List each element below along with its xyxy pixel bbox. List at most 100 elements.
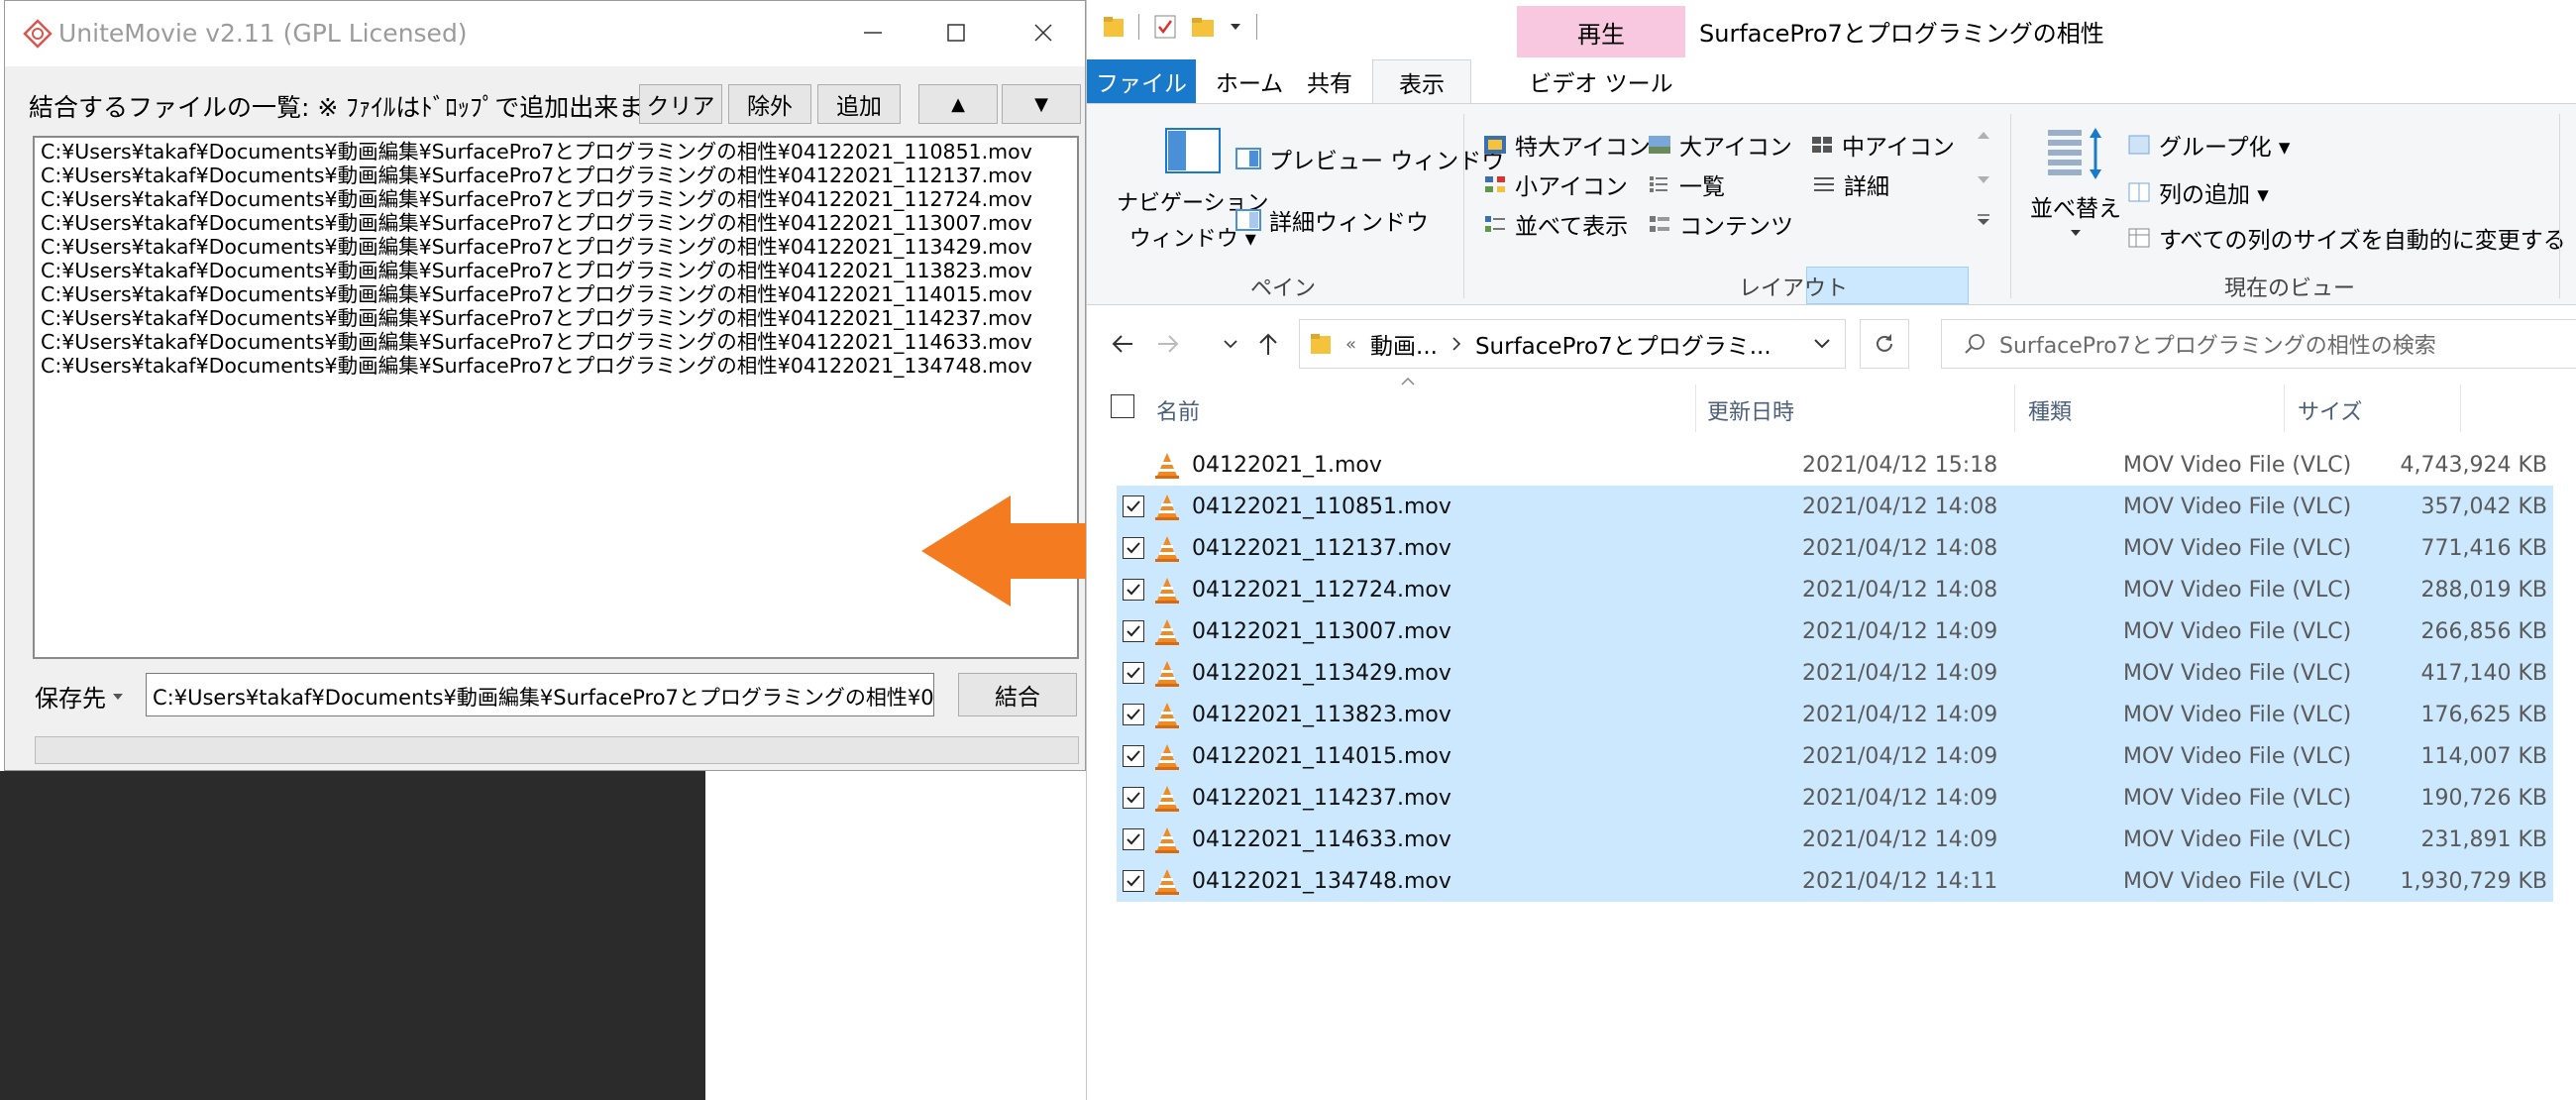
table-row[interactable]: 04122021_114633.mov 2021/04/12 14:09 MOV V…: [1117, 819, 2553, 860]
column-divider[interactable]: [1695, 385, 1696, 432]
details-pane-button[interactable]: 詳細ウィンドウ: [1235, 203, 1429, 237]
file-name[interactable]: 04122021_113007.mov: [1192, 619, 1451, 644]
file-name[interactable]: 04122021_114015.mov: [1192, 744, 1451, 769]
file-name[interactable]: 04122021_134748.mov: [1192, 869, 1451, 894]
customize-toolbar-icon[interactable]: [1229, 20, 1242, 34]
column-type[interactable]: 種類: [2028, 394, 2072, 426]
table-row[interactable]: 04122021_134748.mov 2021/04/12 14:11 MOV V…: [1117, 860, 2553, 902]
group-by-icon: [2128, 135, 2150, 155]
size-all-columns-button[interactable]: すべての列のサイズを自動的に変更する: [2127, 221, 2566, 255]
table-row[interactable]: 04122021_114015.mov 2021/04/12 14:09 MOV V…: [1117, 735, 2553, 777]
list-item[interactable]: C:¥Users¥takaf¥Documents¥動画編集¥SurfacePro…: [41, 164, 1071, 187]
column-divider[interactable]: [2460, 385, 2461, 432]
table-row[interactable]: 04122021_114237.mov 2021/04/12 14:09 MOV V…: [1117, 777, 2553, 819]
add-button[interactable]: 追加: [817, 84, 901, 124]
move-down-button[interactable]: ▼: [1002, 84, 1081, 124]
table-row[interactable]: 04122021_112724.mov 2021/04/12 14:08 MOV V…: [1117, 569, 2553, 610]
tab-file[interactable]: ファイル: [1087, 59, 1196, 103]
refresh-button[interactable]: [1860, 319, 1909, 369]
list-item[interactable]: C:¥Users¥takaf¥Documents¥動画編集¥SurfacePro…: [41, 282, 1071, 306]
column-date[interactable]: 更新日時: [1707, 394, 1794, 426]
tab-home[interactable]: ホーム: [1208, 59, 1291, 103]
breadcrumb-item[interactable]: SurfacePro7とプログラミ...: [1475, 327, 1771, 361]
select-all-checkbox[interactable]: [1111, 394, 1134, 418]
large-icons-button[interactable]: 大アイコン: [1648, 128, 1792, 162]
file-name[interactable]: 04122021_114633.mov: [1192, 827, 1451, 852]
tab-view[interactable]: 表示: [1372, 59, 1471, 103]
list-item[interactable]: C:¥Users¥takaf¥Documents¥動画編集¥SurfacePro…: [41, 187, 1071, 211]
context-tab-play[interactable]: 再生: [1517, 6, 1685, 57]
list-item[interactable]: C:¥Users¥takaf¥Documents¥動画編集¥SurfacePro…: [41, 330, 1071, 354]
column-divider[interactable]: [2014, 385, 2015, 432]
folder-icon[interactable]: [1103, 15, 1125, 39]
list-item[interactable]: C:¥Users¥takaf¥Documents¥動画編集¥SurfacePro…: [41, 211, 1071, 235]
move-up-button[interactable]: ▲: [918, 84, 998, 124]
column-name[interactable]: 名前: [1156, 394, 1200, 426]
list-item[interactable]: C:¥Users¥takaf¥Documents¥動画編集¥SurfacePro…: [41, 140, 1071, 164]
details-view-button[interactable]: 詳細: [1812, 167, 1889, 201]
save-path-input[interactable]: C:¥Users¥takaf¥Documents¥動画編集¥SurfacePro…: [146, 673, 934, 716]
list-item[interactable]: C:¥Users¥takaf¥Documents¥動画編集¥SurfacePro…: [41, 354, 1071, 378]
file-name[interactable]: 04122021_110851.mov: [1192, 495, 1451, 519]
breadcrumb-item[interactable]: 動画...: [1370, 327, 1438, 361]
medium-icons-button[interactable]: 中アイコン: [1810, 128, 1955, 162]
column-size[interactable]: サイズ: [2298, 394, 2362, 426]
tiles-button[interactable]: 並べて表示: [1483, 207, 1628, 241]
properties-icon[interactable]: [1153, 14, 1177, 40]
list-item[interactable]: C:¥Users¥takaf¥Documents¥動画編集¥SurfacePro…: [41, 259, 1071, 282]
new-folder-icon[interactable]: [1191, 15, 1215, 39]
row-checkbox[interactable]: [1123, 745, 1144, 767]
row-checkbox[interactable]: [1123, 704, 1144, 725]
file-name[interactable]: 04122021_113823.mov: [1192, 703, 1451, 727]
layout-scroll-up-icon[interactable]: [1977, 130, 1990, 140]
search-input[interactable]: SurfacePro7とプログラミングの相性の検索: [1941, 319, 2576, 369]
row-checkbox[interactable]: [1123, 828, 1144, 850]
tab-video-tools[interactable]: ビデオ ツール: [1507, 59, 1695, 103]
group-by-button[interactable]: グループ化 ▾: [2127, 128, 2290, 162]
back-arrow-icon[interactable]: [1111, 333, 1134, 355]
row-checkbox[interactable]: [1123, 537, 1144, 559]
small-icons-button[interactable]: 小アイコン: [1483, 167, 1628, 201]
sort-by-button[interactable]: 並べ替え: [2030, 126, 2121, 237]
join-button[interactable]: 結合: [958, 673, 1077, 716]
add-columns-button[interactable]: 列の追加 ▾: [2127, 175, 2269, 209]
content-view-button[interactable]: コンテンツ: [1648, 207, 1793, 241]
minimize-button[interactable]: [843, 11, 903, 55]
extra-large-icons-button[interactable]: 特大アイコン: [1483, 128, 1651, 162]
layout-scroll-down-icon[interactable]: [1977, 175, 1990, 185]
file-name[interactable]: 04122021_1.mov: [1192, 453, 1382, 478]
row-checkbox[interactable]: [1123, 579, 1144, 601]
address-dropdown-icon[interactable]: [1813, 338, 1831, 350]
table-row[interactable]: 04122021_113823.mov 2021/04/12 14:09 MOV V…: [1117, 694, 2553, 735]
remove-button[interactable]: 除外: [728, 84, 811, 124]
table-row[interactable]: 04122021_113429.mov 2021/04/12 14:09 MOV V…: [1117, 652, 2553, 694]
row-checkbox[interactable]: [1123, 620, 1144, 642]
tab-share[interactable]: 共有: [1291, 59, 1368, 103]
close-button[interactable]: [1014, 11, 1073, 55]
recent-locations-chevron-icon[interactable]: [1224, 339, 1237, 349]
column-divider[interactable]: [2284, 385, 2285, 432]
save-destination-dropdown[interactable]: 保存先: [35, 679, 124, 714]
maximize-button[interactable]: [926, 11, 986, 55]
list-view-button[interactable]: 一覧: [1648, 167, 1725, 201]
row-checkbox[interactable]: [1123, 870, 1144, 892]
table-row[interactable]: 04122021_113007.mov 2021/04/12 14:09 MOV V…: [1117, 610, 2553, 652]
table-row[interactable]: 04122021_1.mov 2021/04/12 15:18 MOV Video …: [1117, 444, 2553, 486]
list-item[interactable]: C:¥Users¥takaf¥Documents¥動画編集¥SurfacePro…: [41, 306, 1071, 330]
list-item[interactable]: C:¥Users¥takaf¥Documents¥動画編集¥SurfacePro…: [41, 235, 1071, 259]
up-arrow-icon[interactable]: [1257, 331, 1279, 357]
forward-arrow-icon[interactable]: [1156, 333, 1180, 355]
breadcrumb-overflow[interactable]: «: [1345, 334, 1356, 355]
row-checkbox[interactable]: [1123, 495, 1144, 517]
row-checkbox[interactable]: [1123, 787, 1144, 809]
file-name[interactable]: 04122021_114237.mov: [1192, 786, 1451, 811]
layout-expand-icon[interactable]: [1977, 213, 1990, 227]
clear-button[interactable]: クリア: [639, 84, 722, 124]
row-checkbox[interactable]: [1123, 662, 1144, 684]
table-row[interactable]: 04122021_112137.mov 2021/04/12 14:08 MOV V…: [1117, 527, 2553, 569]
file-name[interactable]: 04122021_112137.mov: [1192, 536, 1451, 561]
file-name[interactable]: 04122021_112724.mov: [1192, 578, 1451, 603]
file-name[interactable]: 04122021_113429.mov: [1192, 661, 1451, 686]
table-row[interactable]: 04122021_110851.mov 2021/04/12 14:08 MOV V…: [1117, 486, 2553, 527]
address-bar[interactable]: « 動画... SurfacePro7とプログラミ...: [1299, 319, 1846, 369]
